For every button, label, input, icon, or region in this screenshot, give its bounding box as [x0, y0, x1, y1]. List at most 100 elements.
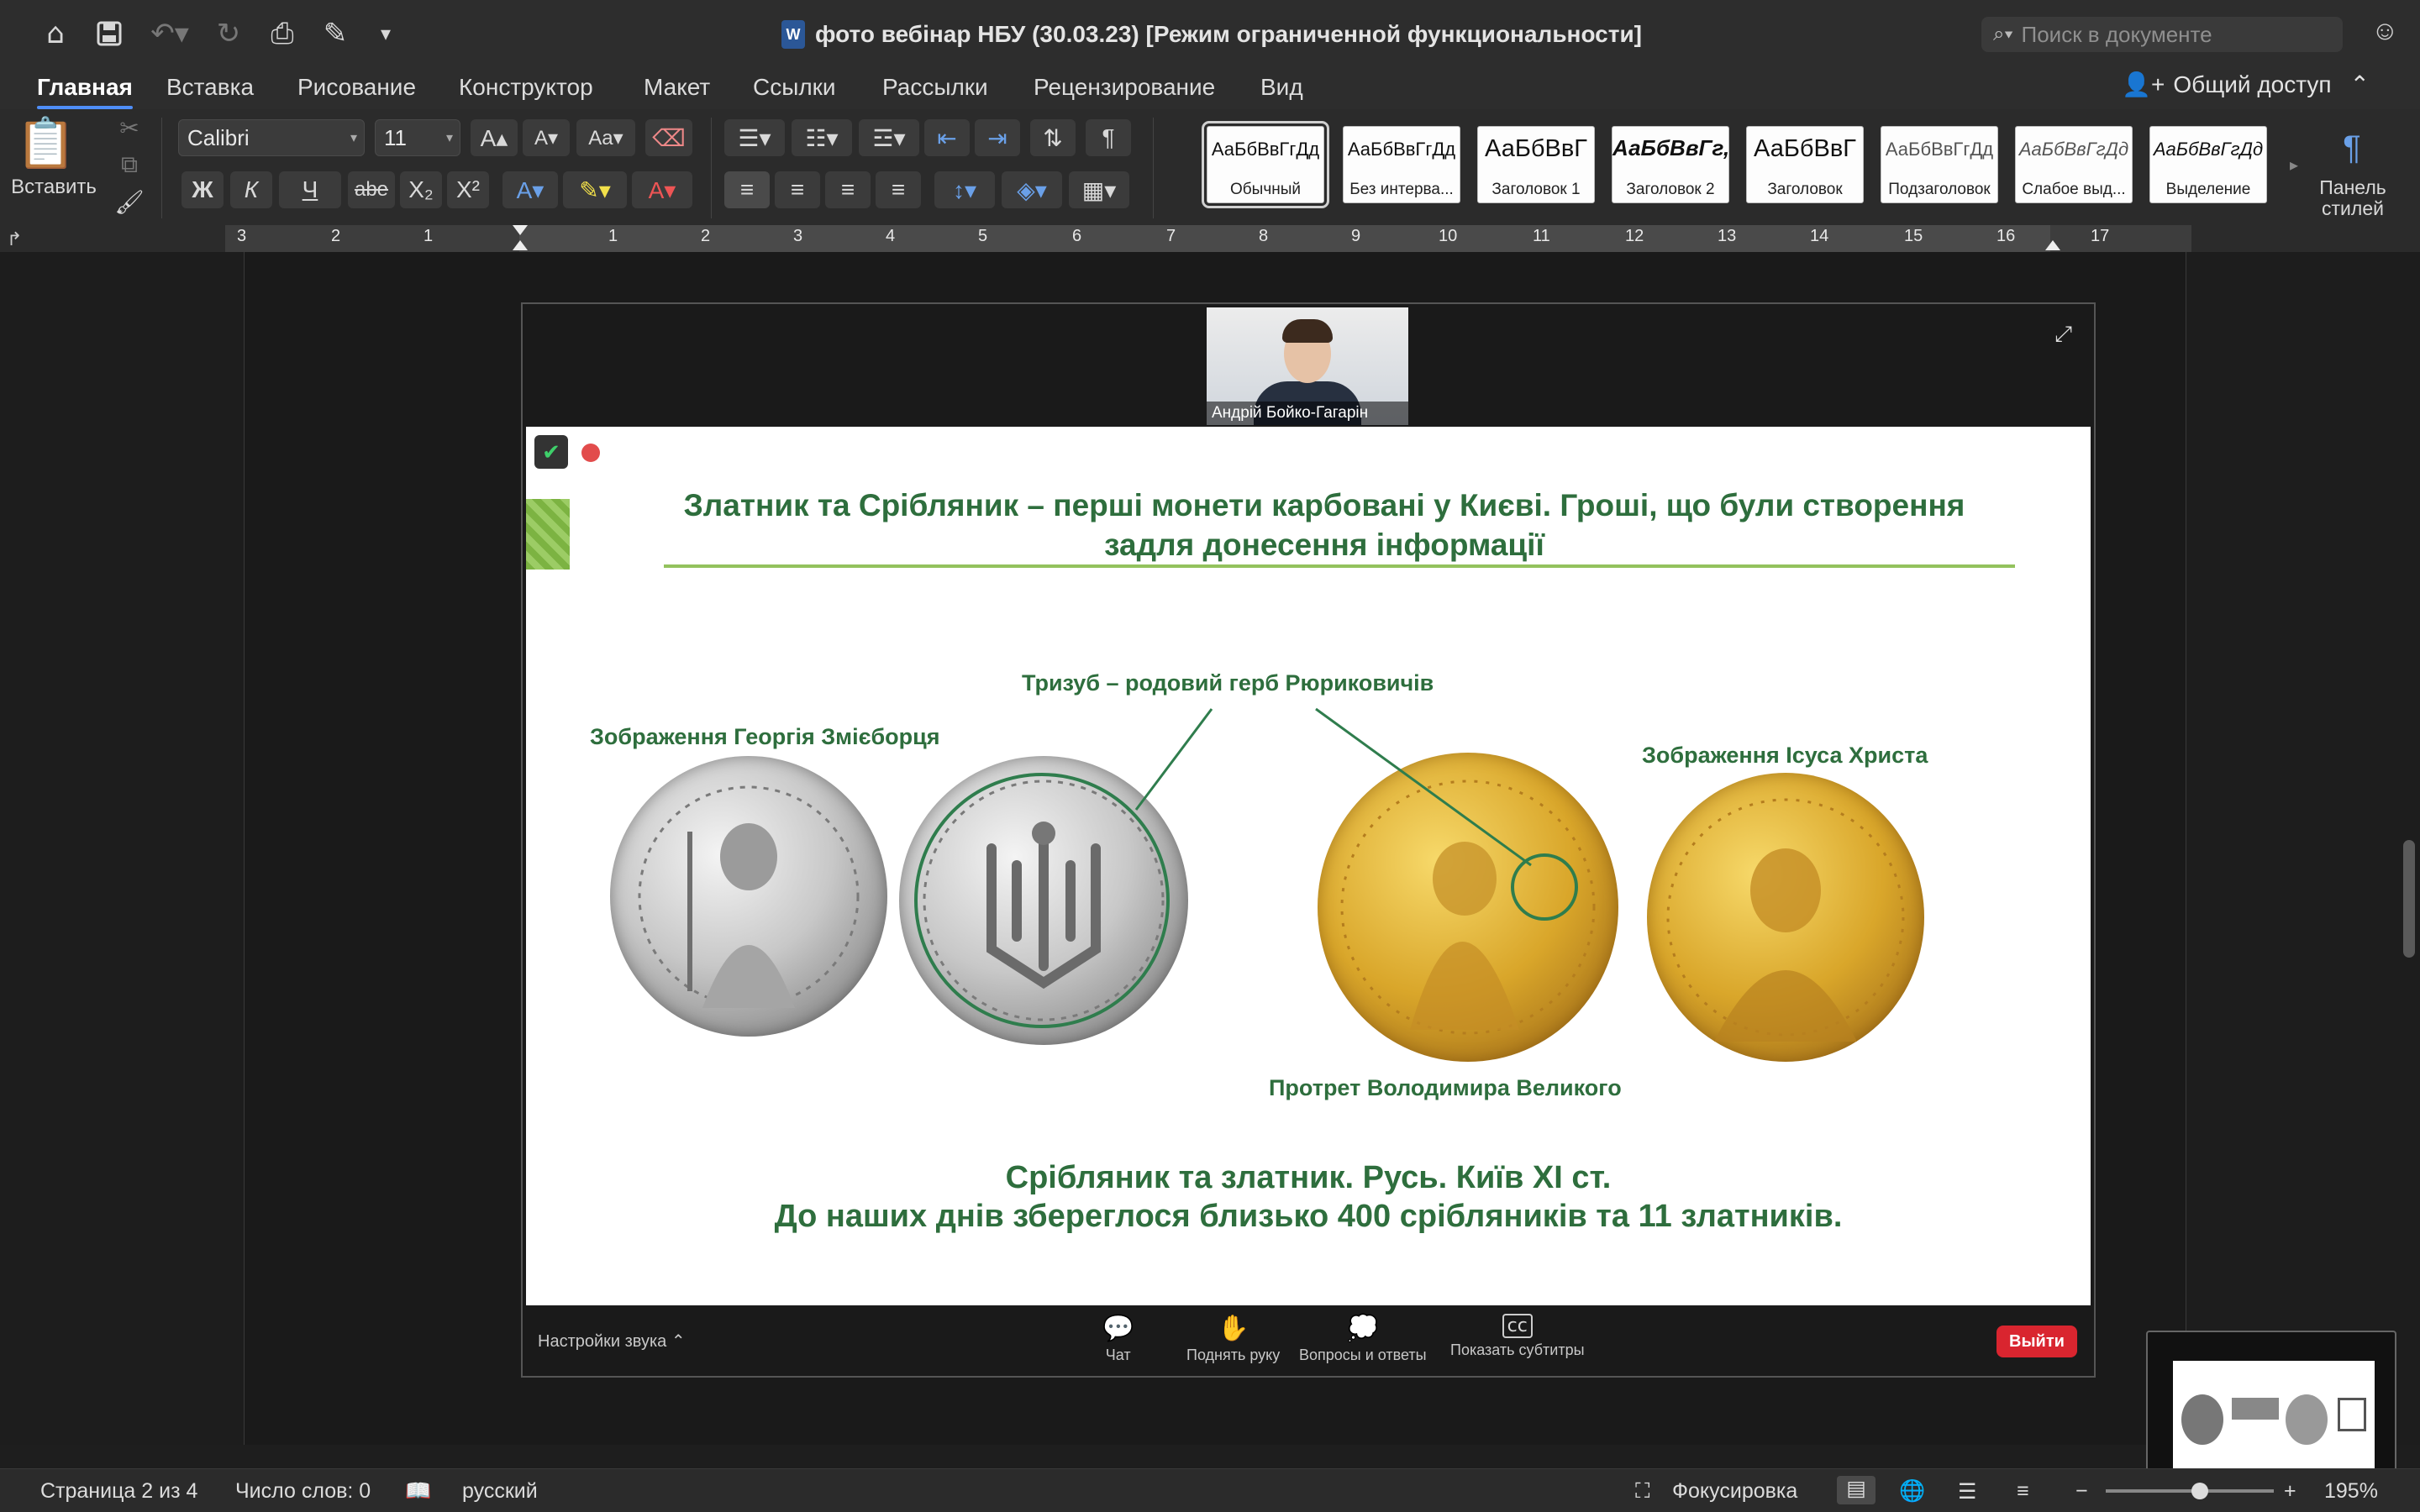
- first-line-indent-marker[interactable]: [513, 225, 528, 235]
- scrollbar-thumb[interactable]: [2403, 840, 2415, 958]
- ruler: 3 2 1 1 2 3 4 5 6 7 8 9 10 11 12 13 14 1…: [0, 225, 2420, 252]
- shrink-font-icon[interactable]: A▾: [523, 119, 570, 156]
- zoom-in-icon[interactable]: +: [2284, 1479, 2296, 1504]
- shading-icon[interactable]: ◈▾: [1002, 171, 1062, 208]
- decrease-indent-icon[interactable]: ⇤: [924, 119, 970, 156]
- expand-icon[interactable]: ⤢: [2054, 321, 2072, 348]
- participant-video[interactable]: Андрій Бойко-Гагарін: [1207, 307, 1408, 425]
- shield-icon[interactable]: ✔: [534, 435, 568, 469]
- word-count[interactable]: Число слов: 0: [235, 1479, 371, 1504]
- style-heading-2[interactable]: АаБбВвГг, Заголовок 2: [1612, 126, 1729, 203]
- style-subtitle[interactable]: АаБбВвГгДд Подзаголовок: [1881, 126, 1998, 203]
- styles-pane-icon[interactable]: ¶: [2323, 123, 2381, 173]
- customize-toolbar-icon[interactable]: ▾: [373, 15, 398, 52]
- ruler-number: 3: [237, 227, 247, 245]
- tab-mailings[interactable]: Рассылки: [882, 71, 988, 104]
- focus-icon[interactable]: ⛶: [1635, 1479, 1650, 1504]
- superscript-icon[interactable]: X²: [447, 171, 489, 208]
- tab-design[interactable]: Конструктор: [459, 71, 593, 104]
- tab-layout[interactable]: Макет: [644, 71, 710, 104]
- sort-icon[interactable]: ⇅: [1030, 119, 1076, 156]
- print-icon[interactable]: ⎙: [264, 15, 301, 52]
- bullets-icon[interactable]: ☰▾: [724, 119, 785, 156]
- strikethrough-button[interactable]: abe: [348, 171, 395, 208]
- align-center-icon[interactable]: ≡: [775, 171, 820, 208]
- print-layout-icon[interactable]: ▤: [1837, 1476, 1876, 1504]
- numbering-icon[interactable]: ☷▾: [792, 119, 852, 156]
- tab-insert[interactable]: Вставка: [166, 71, 254, 104]
- subscript-icon[interactable]: X₂: [400, 171, 442, 208]
- tab-references[interactable]: Ссылки: [753, 71, 836, 104]
- format-painter-icon[interactable]: 🖌: [114, 186, 145, 217]
- edit-doc-icon[interactable]: ✎: [314, 15, 356, 52]
- tab-review[interactable]: Рецензирование: [1034, 71, 1215, 104]
- captions-button[interactable]: cc Показать субтитры: [1450, 1314, 1585, 1359]
- search-box[interactable]: ⌕▾ Поиск в документе: [1981, 17, 2343, 52]
- styles-pane-label[interactable]: Панель стилей: [2302, 175, 2403, 222]
- clear-formatting-icon[interactable]: ⌫: [645, 119, 692, 156]
- bold-button[interactable]: Ж: [182, 171, 224, 208]
- paste-icon[interactable]: 📋: [16, 114, 76, 173]
- proofing-icon[interactable]: 📖: [405, 1479, 431, 1504]
- save-icon[interactable]: [91, 15, 128, 52]
- screen-thumbnail[interactable]: [2146, 1331, 2396, 1490]
- web-layout-icon[interactable]: 🌐: [1899, 1479, 1925, 1504]
- font-size-select[interactable]: 11 ▾: [375, 119, 460, 156]
- zoom-slider[interactable]: [2106, 1489, 2274, 1493]
- underline-button[interactable]: Ч: [279, 171, 341, 208]
- page-indicator[interactable]: Страница 2 из 4: [40, 1479, 197, 1504]
- vertical-scrollbar[interactable]: [2396, 252, 2420, 1445]
- zoom-level[interactable]: 195%: [2324, 1479, 2378, 1504]
- sound-settings[interactable]: Настройки звука ⌃: [538, 1331, 686, 1352]
- zoom-slider-thumb[interactable]: [2191, 1483, 2208, 1499]
- redo-icon[interactable]: ↻: [210, 15, 247, 52]
- share-button[interactable]: 👤+ Общий доступ ⌃: [2122, 71, 2370, 98]
- style-normal[interactable]: АаБбВвГгДд Обычный: [1202, 121, 1329, 208]
- align-left-icon[interactable]: ≡: [724, 171, 770, 208]
- home-icon[interactable]: ⌂: [37, 15, 74, 52]
- tab-view[interactable]: Вид: [1260, 71, 1303, 104]
- zoom-out-icon[interactable]: −: [2075, 1479, 2088, 1504]
- embedded-screenshot[interactable]: Андрій Бойко-Гагарін ⤢ ✔ Златник та Сріб…: [521, 302, 2096, 1378]
- cut-icon[interactable]: ✂: [114, 113, 145, 143]
- justify-icon[interactable]: ≡: [876, 171, 921, 208]
- font-name-select[interactable]: Calibri ▾: [178, 119, 365, 156]
- highlight-icon[interactable]: ✎▾: [563, 171, 627, 208]
- multilevel-list-icon[interactable]: ☲▾: [859, 119, 919, 156]
- chat-button[interactable]: 💬 Чат: [1102, 1314, 1134, 1364]
- copy-icon[interactable]: ⧉: [114, 150, 145, 180]
- italic-button[interactable]: К: [230, 171, 272, 208]
- draft-view-icon[interactable]: ≡: [2017, 1479, 2029, 1504]
- change-case-icon[interactable]: Aa▾: [576, 119, 635, 156]
- collapse-ribbon-icon[interactable]: ⌃: [2350, 71, 2370, 98]
- tab-draw[interactable]: Рисование: [297, 71, 416, 104]
- focus-mode-button[interactable]: Фокусировка: [1672, 1479, 1797, 1504]
- undo-icon[interactable]: ↶▾: [145, 15, 195, 52]
- left-indent-marker[interactable]: [513, 240, 528, 250]
- style-emphasis[interactable]: АаБбВвГгДд Выделение: [2149, 126, 2267, 203]
- tab-home[interactable]: Главная: [37, 71, 133, 109]
- style-subtle-emphasis[interactable]: АаБбВвГгДд Слабое выд...: [2015, 126, 2133, 203]
- right-indent-marker[interactable]: [2045, 240, 2060, 250]
- language-indicator[interactable]: русский: [462, 1479, 538, 1504]
- show-formatting-icon[interactable]: ¶: [1086, 119, 1131, 156]
- tab-selector-icon[interactable]: ↱: [7, 228, 22, 250]
- style-no-spacing[interactable]: АаБбВвГгДд Без интерва...: [1343, 126, 1460, 203]
- profile-icon[interactable]: ☺: [2371, 15, 2399, 46]
- outline-view-icon[interactable]: ☰: [1958, 1479, 1976, 1504]
- leave-button[interactable]: Выйти: [1996, 1326, 2077, 1357]
- style-title[interactable]: АаБбВвГ Заголовок: [1746, 126, 1864, 203]
- qa-button[interactable]: 💭 Вопросы и ответы: [1299, 1314, 1427, 1364]
- style-preview: АаБбВвГгДд: [1211, 139, 1320, 160]
- borders-icon[interactable]: ▦▾: [1069, 171, 1129, 208]
- paste-button-label[interactable]: Вставить: [11, 175, 97, 200]
- raise-hand-button[interactable]: ✋ Поднять руку: [1186, 1314, 1280, 1364]
- align-right-icon[interactable]: ≡: [825, 171, 871, 208]
- increase-indent-icon[interactable]: ⇥: [975, 119, 1020, 156]
- font-color-icon[interactable]: A▾: [632, 171, 692, 208]
- ruler-number: 11: [1533, 227, 1550, 245]
- text-effects-icon[interactable]: A▾: [502, 171, 558, 208]
- line-spacing-icon[interactable]: ↕▾: [934, 171, 995, 208]
- grow-font-icon[interactable]: A▴: [471, 119, 518, 156]
- style-heading-1[interactable]: АаБбВвГ Заголовок 1: [1477, 126, 1595, 203]
